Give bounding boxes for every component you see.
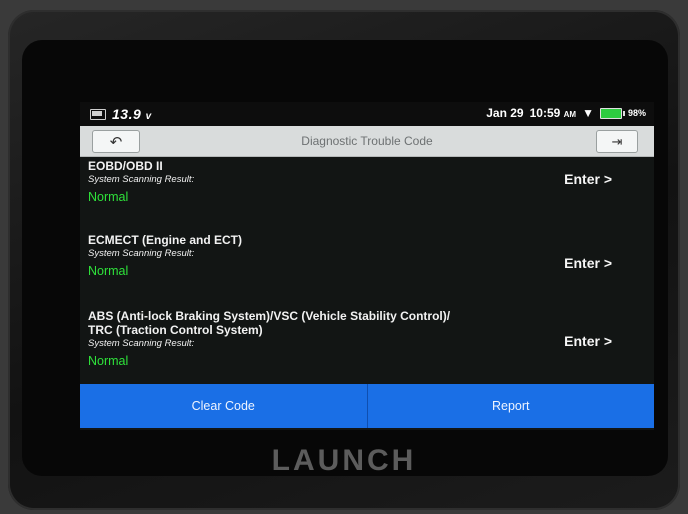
voltage-readout: 13.9 v: [112, 106, 152, 122]
battery-percent: 98%: [627, 108, 646, 118]
system-item-eobd[interactable]: EOBD/OBD II System Scanning Result: Norm…: [80, 157, 654, 231]
clear-code-button[interactable]: Clear Code: [80, 384, 367, 428]
status-time-value: 10:59: [529, 106, 561, 120]
system-name: ECMECT (Engine and ECT): [88, 233, 242, 247]
exit-icon: ⇥: [611, 133, 623, 149]
system-status: Normal: [88, 264, 129, 278]
report-button[interactable]: Report: [366, 384, 654, 428]
vehicle-battery-icon: [90, 108, 106, 120]
voltage-value: 13.9: [112, 106, 142, 122]
status-date: Jan 29: [486, 106, 524, 120]
system-subtitle: System Scanning Result:: [88, 338, 195, 349]
title-bar: ↶ Diagnostic Trouble Code ⇥: [80, 126, 654, 157]
screen: 13.9 v Jan 29 10:59 AM ▼ 98% ↶ Diagnosti…: [80, 102, 654, 430]
system-name: ABS (Anti-lock Braking System)/VSC (Vehi…: [88, 309, 451, 337]
status-left: 13.9 v: [90, 106, 152, 122]
brand-logo: LAUNCH: [271, 444, 417, 477]
enter-button[interactable]: Enter >: [564, 333, 612, 349]
system-item-ecmect[interactable]: ECMECT (Engine and ECT) System Scanning …: [80, 231, 654, 307]
system-subtitle: System Scanning Result:: [88, 248, 195, 259]
status-right: Jan 29 10:59 AM ▼ 98%: [486, 106, 646, 120]
system-subtitle: System Scanning Result:: [88, 174, 195, 185]
enter-button[interactable]: Enter >: [564, 171, 612, 187]
status-ampm: AM: [563, 110, 577, 119]
enter-button[interactable]: Enter >: [564, 255, 612, 271]
system-status: Normal: [88, 354, 129, 368]
battery-icon: [599, 107, 625, 119]
system-status: Normal: [88, 190, 129, 204]
system-item-abs[interactable]: ABS (Anti-lock Braking System)/VSC (Vehi…: [80, 307, 654, 389]
page-title: Diagnostic Trouble Code: [301, 134, 433, 148]
exit-button[interactable]: ⇥: [596, 130, 638, 153]
status-bar: 13.9 v Jan 29 10:59 AM ▼ 98%: [80, 102, 654, 126]
system-list: EOBD/OBD II System Scanning Result: Norm…: [80, 157, 654, 389]
voltage-unit: v: [145, 111, 152, 122]
status-time: 10:59 AM: [530, 106, 577, 120]
wifi-icon: ▼: [582, 106, 594, 120]
system-name: EOBD/OBD II: [88, 159, 163, 173]
bottom-action-bar: Clear Code Report: [80, 384, 654, 428]
